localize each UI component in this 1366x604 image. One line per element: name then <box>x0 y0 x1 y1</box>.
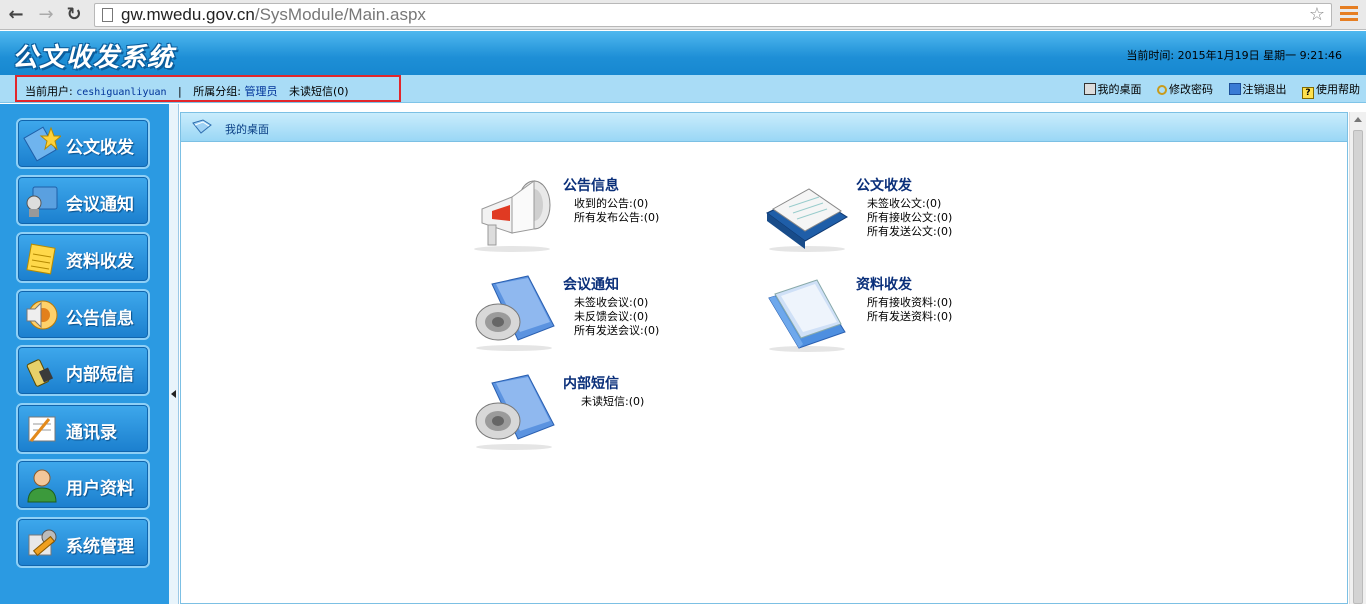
group-name: 管理员 <box>244 85 278 98</box>
unread-sms[interactable]: 未读短信:(0) <box>581 393 644 409</box>
app-title: 公文收发系统 <box>12 43 175 73</box>
url-path: /SysModule/Main.aspx <box>254 5 426 24</box>
info-bar: 当前用户: ceshiguanliyuan | 所属分组: 管理员 未读短信(0… <box>0 75 1366 103</box>
sidebar-item-documents[interactable]: 公文收发 <box>16 118 150 169</box>
main-title: 我的桌面 <box>225 123 269 136</box>
browser-menu-icon[interactable] <box>1340 6 1358 24</box>
reload-icon[interactable]: ↻ <box>62 3 86 27</box>
card-sms: 内部短信 未读短信:(0) <box>472 373 712 455</box>
sidebar-label: 用户资料 <box>66 479 134 499</box>
sidebar-item-contacts[interactable]: 通讯录 <box>16 403 150 454</box>
sidebar-item-user-profile[interactable]: 用户资料 <box>16 459 150 510</box>
page-icon <box>102 8 113 22</box>
card-title[interactable]: 公告信息 <box>563 175 619 195</box>
all-published-notices[interactable]: 所有发布公告:(0) <box>574 209 659 225</box>
sidebar-item-sms[interactable]: 内部短信 <box>16 345 150 396</box>
sidebar-item-meetings[interactable]: 会议通知 <box>16 175 150 226</box>
sidebar-label: 通讯录 <box>66 423 117 443</box>
top-links: 我的桌面 修改密码 注销退出 ? 使用帮助 <box>1072 81 1360 99</box>
key-icon <box>1157 85 1167 95</box>
megaphone-icon <box>474 180 551 252</box>
sidebar-splitter[interactable] <box>169 104 179 604</box>
back-arrow-icon[interactable]: ← <box>4 3 28 27</box>
all-sent-meetings[interactable]: 所有发送会议:(0) <box>574 322 659 338</box>
document-star-icon <box>23 126 61 162</box>
card-title[interactable]: 资料收发 <box>856 274 912 294</box>
browser-toolbar: ← → ↻ gw.mwedu.gov.cn/SysModule/Main.asp… <box>0 0 1366 30</box>
card-materials: 资料收发 所有接收资料:(0) 所有发送资料:(0) <box>765 274 1005 356</box>
unread-sms-link[interactable]: 未读短信(0) <box>289 85 349 98</box>
sidebar-label: 资料收发 <box>66 252 134 272</box>
sidebar: 公文收发 会议通知 资料收发 公告信息 内部短信 通讯录 用户资料 系统管理 <box>0 104 169 604</box>
help-icon: ? <box>1302 87 1314 99</box>
all-sent-materials[interactable]: 所有发送资料:(0) <box>867 308 952 324</box>
card-title[interactable]: 会议通知 <box>563 274 619 294</box>
sidebar-item-notices[interactable]: 公告信息 <box>16 289 150 340</box>
desktop-folder-icon <box>192 119 212 134</box>
user-label: 当前用户: <box>25 85 73 98</box>
main-content: 我的桌面 公告信息 收到的公告:(0) 所有发布公告:(0) 公文收发 未签收公… <box>180 112 1348 604</box>
scroll-up-arrow-icon[interactable] <box>1354 117 1362 122</box>
card-title[interactable]: 公文收发 <box>856 175 912 195</box>
desktop-icon <box>1083 83 1096 95</box>
my-desktop-link[interactable]: 我的桌面 <box>1083 81 1142 97</box>
meeting-icon <box>26 186 58 217</box>
materials-folder-icon <box>768 279 846 352</box>
speaker-icon <box>26 300 58 330</box>
address-bar[interactable]: gw.mwedu.gov.cn/SysModule/Main.aspx ☆ <box>94 3 1332 27</box>
scrollbar-thumb[interactable] <box>1353 130 1363 604</box>
url-text: gw.mwedu.gov.cn/SysModule/Main.aspx <box>121 5 426 25</box>
collapse-arrow-icon[interactable] <box>171 390 176 398</box>
my-desktop-label: 我的桌面 <box>1097 83 1142 96</box>
help-link[interactable]: ? 使用帮助 <box>1302 81 1360 99</box>
user-info-box: 当前用户: ceshiguanliyuan | 所属分组: 管理员 未读短信(0… <box>15 75 401 102</box>
exit-icon <box>1228 83 1241 95</box>
sidebar-item-system-admin[interactable]: 系统管理 <box>16 517 150 568</box>
sidebar-label: 内部短信 <box>66 365 134 385</box>
meeting-speaker-icon <box>475 275 555 351</box>
user-info: 当前用户: ceshiguanliyuan | 所属分组: 管理员 未读短信(0… <box>25 83 349 99</box>
sidebar-label: 会议通知 <box>66 195 134 215</box>
card-meetings: 会议通知 未签收会议:(0) 未反馈会议:(0) 所有发送会议:(0) <box>472 274 712 356</box>
user-icon <box>27 469 57 503</box>
tools-icon <box>28 529 57 557</box>
app-header: 公文收发系统 当前时间: 2015年1月19日 星期一 9:21:46 <box>0 31 1366 75</box>
sms-speaker-icon <box>475 374 555 450</box>
sidebar-label: 公文收发 <box>66 138 134 158</box>
bookmark-star-icon[interactable]: ☆ <box>1309 4 1325 25</box>
separator: | <box>178 85 182 98</box>
change-password-label: 修改密码 <box>1169 83 1213 96</box>
logout-link[interactable]: 注销退出 <box>1228 81 1287 97</box>
vertical-scrollbar[interactable] <box>1349 112 1366 604</box>
document-binder-icon <box>766 188 848 252</box>
current-time: 当前时间: 2015年1月19日 星期一 9:21:46 <box>1126 49 1342 62</box>
group-label: 所属分组: <box>193 85 241 98</box>
notepad-icon <box>26 243 56 275</box>
card-notices: 公告信息 收到的公告:(0) 所有发布公告:(0) <box>472 175 712 255</box>
logout-label: 注销退出 <box>1242 83 1287 96</box>
sidebar-label: 系统管理 <box>66 537 134 557</box>
forward-arrow-icon[interactable]: → <box>34 3 58 27</box>
username: ceshiguanliyuan <box>76 87 167 98</box>
card-documents: 公文收发 未签收公文:(0) 所有接收公文:(0) 所有发送公文:(0) <box>765 175 1005 255</box>
phone-icon <box>26 359 54 387</box>
url-host: gw.mwedu.gov.cn <box>121 5 255 24</box>
all-sent-documents[interactable]: 所有发送公文:(0) <box>867 223 952 239</box>
help-label: 使用帮助 <box>1316 83 1360 96</box>
sidebar-item-materials[interactable]: 资料收发 <box>16 232 150 283</box>
sidebar-label: 公告信息 <box>66 309 134 329</box>
change-password-link[interactable]: 修改密码 <box>1157 81 1213 97</box>
main-header: 我的桌面 <box>181 113 1347 142</box>
address-book-icon <box>28 416 56 442</box>
card-title[interactable]: 内部短信 <box>563 373 619 393</box>
